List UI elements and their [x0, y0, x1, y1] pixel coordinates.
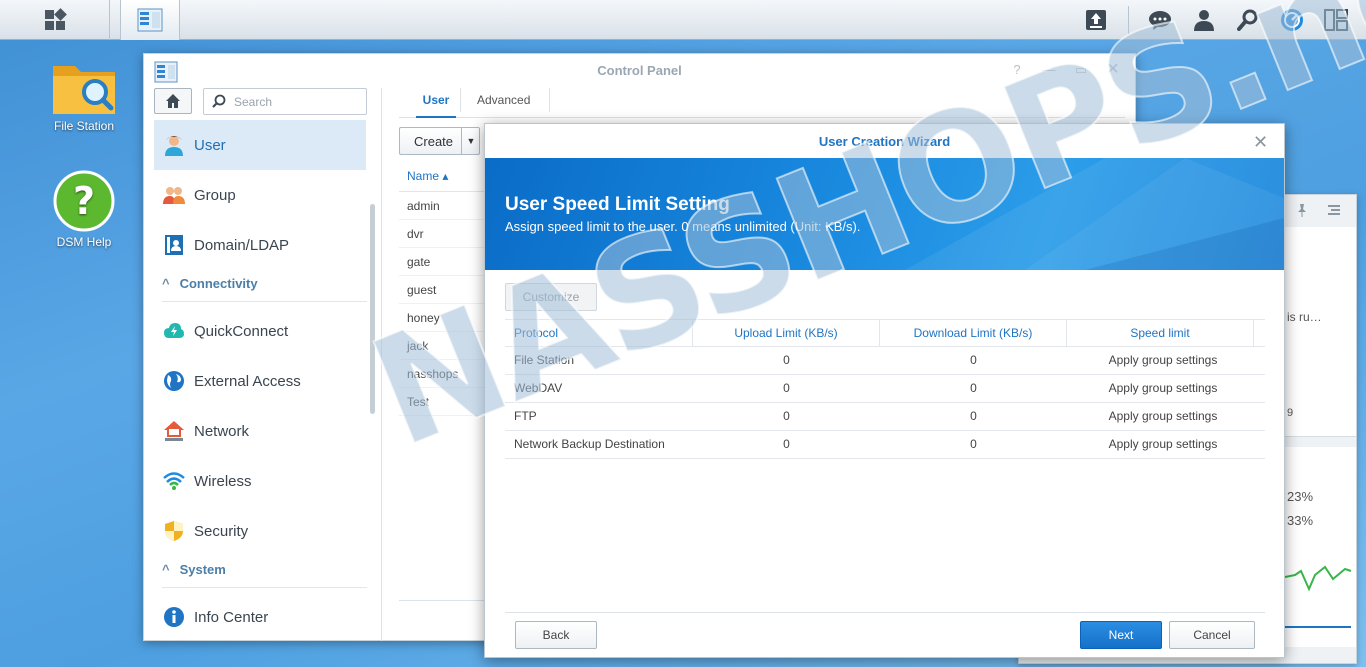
- speed-limit-table: Protocol Upload Limit (KB/s) Download Li…: [505, 319, 1265, 459]
- desktop-icon-label: File Station: [53, 119, 115, 133]
- sidebar-item-user[interactable]: User: [154, 120, 366, 170]
- sidebar-item-info-center[interactable]: Info Center: [154, 592, 366, 642]
- search-icon[interactable]: [1236, 8, 1260, 32]
- widget-status-text: is ru…: [1287, 310, 1322, 324]
- sidebar-item-group[interactable]: Group: [154, 170, 366, 220]
- create-button[interactable]: Create ▼: [399, 127, 480, 155]
- column-header-download[interactable]: Download Limit (KB/s): [880, 320, 1067, 347]
- minimize-icon[interactable]: —: [1042, 63, 1056, 77]
- folder-icon: [53, 66, 115, 114]
- quickconnect-icon: [163, 320, 185, 342]
- home-icon: [166, 94, 180, 108]
- desktop-icon-label: DSM Help: [56, 235, 112, 249]
- wizard-banner: User Speed Limit Setting Assign speed li…: [485, 158, 1284, 270]
- user-icon[interactable]: [1192, 8, 1216, 32]
- wizard-heading: User Speed Limit Setting: [505, 194, 730, 215]
- user-icon: [163, 134, 185, 156]
- sidebar-item-wireless[interactable]: Wireless: [154, 456, 366, 506]
- globe-icon: [163, 370, 185, 392]
- column-header-name[interactable]: Name ▴: [399, 164, 489, 192]
- table-row[interactable]: dvr: [399, 220, 489, 248]
- back-button[interactable]: Back: [515, 621, 597, 649]
- column-header-upload[interactable]: Upload Limit (KB/s): [693, 320, 880, 347]
- section-connectivity[interactable]: ^ Connectivity: [162, 276, 367, 302]
- table-row[interactable]: jack: [399, 332, 489, 360]
- group-icon: [163, 184, 185, 206]
- dialog-title: User Creation Wizard: [818, 134, 951, 149]
- table-row[interactable]: Test: [399, 388, 489, 416]
- domain-icon: [163, 234, 185, 256]
- table-row[interactable]: Network Backup Destination 0 0 Apply gro…: [505, 431, 1265, 459]
- shield-icon: [163, 520, 185, 542]
- network-graph: [1285, 565, 1352, 628]
- svg-text:?: ?: [73, 179, 95, 223]
- cpu-percentage: 23%: [1287, 489, 1314, 504]
- maximize-icon[interactable]: ▭: [1074, 63, 1088, 77]
- help-question-icon[interactable]: ?: [1010, 63, 1024, 77]
- tab-bar: User Advanced: [399, 88, 1125, 118]
- table-row[interactable]: FTP 0 0 Apply group settings: [505, 403, 1265, 431]
- desktop-icon-file-station[interactable]: File Station: [34, 58, 134, 133]
- sidebar: Search User Group Domain/LDAP ^ Connectiv…: [144, 88, 382, 641]
- chat-icon[interactable]: [1148, 8, 1172, 32]
- sidebar-item-external-access[interactable]: External Access: [154, 356, 366, 406]
- section-system[interactable]: ^ System: [162, 562, 367, 588]
- widget-menu-icon[interactable]: [1327, 203, 1341, 222]
- table-row[interactable]: guest: [399, 276, 489, 304]
- table-row[interactable]: gate: [399, 248, 489, 276]
- upload-icon[interactable]: [1084, 8, 1108, 32]
- ram-percentage: 33%: [1287, 513, 1314, 528]
- grid-menu-icon: [44, 8, 67, 30]
- cancel-button[interactable]: Cancel: [1169, 621, 1255, 649]
- tab-user[interactable]: User: [416, 88, 456, 118]
- home-button[interactable]: [154, 88, 192, 114]
- taskbar: [0, 0, 1366, 40]
- search-icon: [212, 94, 226, 111]
- sidebar-item-security[interactable]: Security: [154, 506, 366, 556]
- dropdown-arrow-icon[interactable]: ▼: [461, 128, 480, 154]
- table-row[interactable]: File Station 0 0 Apply group settings: [505, 347, 1265, 375]
- pin-icon[interactable]: [1295, 203, 1309, 222]
- close-icon[interactable]: ✕: [1253, 132, 1268, 153]
- network-house-icon: [163, 420, 185, 442]
- column-header-speed-limit[interactable]: Speed limit: [1067, 320, 1254, 347]
- control-panel-icon: [137, 8, 163, 32]
- tab-advanced[interactable]: Advanced: [477, 88, 530, 118]
- next-button[interactable]: Next: [1080, 621, 1162, 649]
- info-icon: [163, 606, 185, 628]
- help-icon: ?: [53, 170, 115, 232]
- sidebar-item-quickconnect[interactable]: QuickConnect: [154, 306, 366, 356]
- user-creation-wizard-dialog: User Creation Wizard ✕ User Speed Limit …: [484, 123, 1285, 658]
- close-icon[interactable]: ✕: [1106, 62, 1120, 78]
- widgets-icon[interactable]: [1324, 8, 1348, 32]
- user-list: Name ▴ admin dvr gate guest honey jack n…: [399, 164, 489, 416]
- search-placeholder: Search: [234, 95, 273, 109]
- window-title: Control Panel: [597, 63, 682, 78]
- widget-value-text: 9: [1287, 407, 1294, 419]
- table-row[interactable]: WebDAV 0 0 Apply group settings: [505, 375, 1265, 403]
- search-input[interactable]: Search: [203, 88, 367, 115]
- desktop-icon-dsm-help[interactable]: ? DSM Help: [34, 170, 134, 249]
- chevron-up-icon: ^: [162, 276, 170, 291]
- wifi-icon: [163, 470, 185, 492]
- sidebar-item-network[interactable]: Network: [154, 406, 366, 456]
- customize-button[interactable]: Customize: [505, 283, 597, 311]
- taskbar-control-panel[interactable]: [120, 0, 180, 40]
- column-header-protocol[interactable]: Protocol: [505, 320, 693, 347]
- table-header: Protocol Upload Limit (KB/s) Download Li…: [505, 319, 1265, 347]
- table-row[interactable]: honey: [399, 304, 489, 332]
- sidebar-item-domain-ldap[interactable]: Domain/LDAP: [154, 220, 366, 270]
- sidebar-scrollbar[interactable]: [370, 204, 375, 414]
- chevron-up-icon: ^: [162, 562, 170, 577]
- table-row[interactable]: nasshops: [399, 360, 489, 388]
- dashboard-icon[interactable]: [1280, 8, 1304, 32]
- main-menu-button[interactable]: [0, 0, 110, 40]
- table-row[interactable]: admin: [399, 192, 489, 220]
- wizard-subheading: Assign speed limit to the user. 0 means …: [505, 219, 861, 234]
